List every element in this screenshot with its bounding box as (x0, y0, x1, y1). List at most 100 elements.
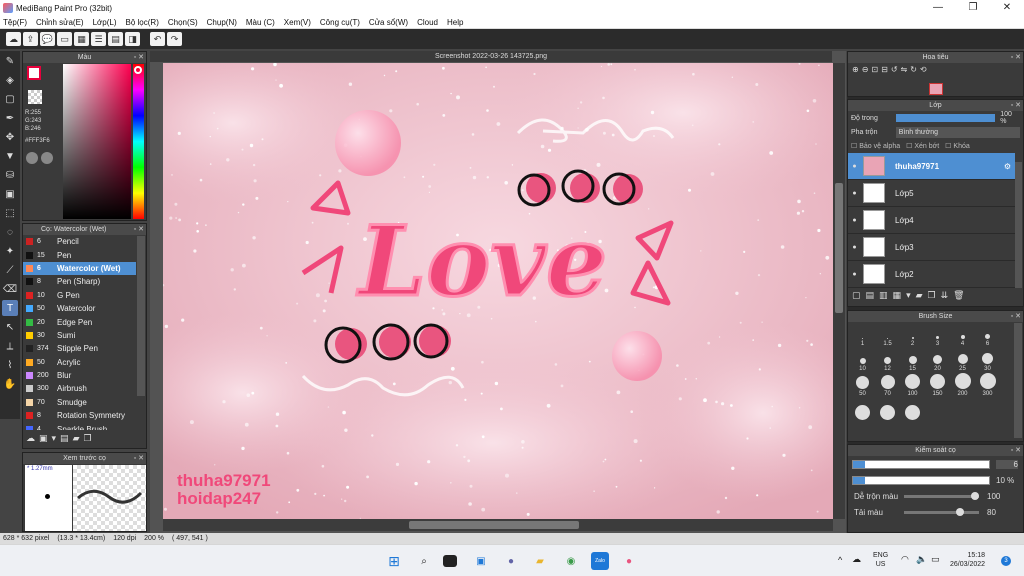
hue-slider[interactable] (133, 64, 144, 219)
brush-item[interactable]: 50 Acrylic (23, 356, 136, 369)
brush-item[interactable]: 374 Stipple Pen (23, 342, 136, 355)
tray-app-icon[interactable]: ☁ (852, 554, 861, 565)
brush-cloud-icon[interactable]: ☁ (26, 433, 35, 444)
vertical-scrollbar[interactable] (833, 63, 845, 519)
color-wheel-icon[interactable] (41, 152, 53, 164)
rotate-left-icon[interactable]: ↺ (891, 65, 898, 74)
brush-item[interactable]: 30 Sumi (23, 329, 136, 342)
menu-cloud[interactable]: Cloud (417, 18, 438, 27)
new-layer-icon[interactable]: ▢ (852, 290, 861, 301)
layer-row[interactable]: ● Lớp3 (848, 234, 1015, 261)
redo-icon[interactable]: ↷ (167, 32, 182, 46)
cloud-icon[interactable]: ☁ (6, 32, 21, 46)
panel-close-icon[interactable]: ▫ ✕ (1011, 52, 1021, 63)
panel-close-icon[interactable]: ▫ ✕ (1011, 100, 1021, 111)
widgets-icon[interactable]: ▣ (472, 552, 490, 570)
lasso-tool-icon[interactable]: ◌ (2, 224, 18, 240)
maximize-button[interactable]: ❐ (956, 0, 990, 16)
color-saturation-field[interactable] (63, 64, 131, 219)
menu-tools[interactable]: Công cụ(T) (320, 18, 360, 27)
brush-tool-icon[interactable]: ✎ (2, 53, 18, 69)
text-tool-icon[interactable]: T (2, 300, 18, 316)
delete-layer-icon[interactable]: 🗑 (953, 290, 964, 301)
brush-duplicate-icon[interactable]: ▤ (60, 433, 69, 444)
file-explorer-icon[interactable]: ▰ (531, 552, 549, 570)
operation-tool-icon[interactable]: ↖ (2, 319, 18, 335)
document-tab[interactable]: Screenshot 2022-03-26 143725.png (150, 51, 832, 62)
brush-item[interactable]: 8 Rotation Symmetry (23, 409, 136, 422)
document-icon[interactable]: ▤ (108, 32, 123, 46)
add-layer-menu-icon[interactable]: ▾ (906, 290, 911, 301)
horizontal-scroll-thumb[interactable] (409, 521, 579, 529)
menu-filter[interactable]: Bộ lọc(R) (126, 18, 159, 27)
grid-icon[interactable]: ▦ (74, 32, 89, 46)
minimize-button[interactable]: — (921, 0, 955, 16)
chat-icon[interactable]: ▭ (57, 32, 72, 46)
select-eraser-icon[interactable]: ⌫ (2, 281, 18, 297)
brush-item[interactable]: 8 Pen (Sharp) (23, 275, 136, 288)
brush-size-option[interactable]: 70 (875, 373, 900, 398)
new-halftone-layer-icon[interactable]: ▤ (866, 290, 875, 301)
menu-layer[interactable]: Lớp(L) (93, 18, 117, 27)
color-amount-slider[interactable] (904, 507, 979, 516)
vertical-scroll-thumb[interactable] (835, 183, 843, 313)
tray-chevron-icon[interactable]: ^ (838, 555, 842, 565)
panel-close-icon[interactable]: ▫ ✕ (1011, 445, 1021, 456)
lock-checkbox[interactable]: ☐ Khóa (945, 142, 970, 150)
select-tool-icon[interactable]: ⬚ (2, 205, 18, 221)
brush-size-option[interactable]: 30 (975, 348, 1000, 373)
panel-close-icon[interactable]: ▫ ✕ (1011, 311, 1021, 322)
brush-size-option[interactable]: 50 (850, 373, 875, 398)
menu-window[interactable]: Cửa sổ(W) (369, 18, 408, 27)
horizontal-scrollbar[interactable] (163, 519, 833, 531)
opacity-slider[interactable] (895, 114, 996, 122)
brush-item[interactable]: 300 Airbrush (23, 382, 136, 395)
visibility-icon[interactable]: ● (848, 271, 861, 278)
magic-wand-icon[interactable]: ✦ (2, 243, 18, 259)
flip-icon[interactable]: ⇋ (901, 65, 908, 74)
brush-size-scrollbar[interactable] (1014, 323, 1022, 438)
blend-select[interactable]: Bình thường (895, 126, 1020, 138)
clipping-checkbox[interactable]: ☐ Xén bớt (906, 142, 939, 150)
zoom-out-icon[interactable]: ⊖ (862, 65, 869, 74)
menu-snap[interactable]: Chụp(N) (207, 18, 237, 27)
artwork-canvas[interactable]: Love thuha97971 hoidap247 (163, 63, 833, 519)
language-indicator[interactable]: ENG US (873, 551, 888, 569)
eraser-tool-icon[interactable]: ◈ (2, 72, 18, 88)
rotate-right-icon[interactable]: ↻ (910, 65, 917, 74)
panel-icon[interactable]: ◨ (125, 32, 140, 46)
panel-close-icon[interactable]: ▫ ✕ (134, 224, 144, 235)
navigator-thumbnail[interactable] (929, 83, 943, 95)
brush-size-option[interactable]: 12 (875, 348, 900, 373)
layer-row[interactable]: ● Lớp5 (848, 180, 1015, 207)
visibility-icon[interactable]: ● (848, 190, 861, 197)
brush-size-option[interactable]: 10 (850, 348, 875, 373)
brush-size-option[interactable]: 25 (950, 348, 975, 373)
brush-size-option[interactable]: 1 (850, 323, 875, 348)
brush-item[interactable]: 4 Sparkle Brush (23, 422, 136, 430)
menu-select[interactable]: Chọn(S) (168, 18, 198, 27)
panel-close-icon[interactable]: ▫ ✕ (134, 52, 144, 63)
undo-icon[interactable]: ↶ (150, 32, 165, 46)
brush-item[interactable]: 70 Smudge (23, 396, 136, 409)
start-icon[interactable]: ⊞ (385, 552, 403, 570)
reset-icon[interactable]: ⟲ (920, 65, 927, 74)
list-icon[interactable]: ☰ (91, 32, 106, 46)
notification-badge[interactable]: 3 (1001, 556, 1011, 566)
brush-size-option[interactable]: 100 (900, 373, 925, 398)
size-slider[interactable] (852, 459, 990, 469)
layer-folder-icon[interactable]: ▰ (916, 290, 923, 301)
duplicate-layer-icon[interactable]: ❐ (928, 290, 936, 301)
search-icon[interactable]: ⌕ (415, 552, 433, 570)
fit-icon[interactable]: ⊡ (871, 65, 878, 74)
hand-tool-icon[interactable]: ✋ (2, 376, 18, 392)
brush-folder-icon[interactable]: ▰ (73, 433, 80, 444)
mix-slider-handle[interactable] (971, 491, 979, 500)
gradient-tool-icon[interactable]: ▣ (2, 186, 18, 202)
brush-size-option[interactable]: 2 (900, 323, 925, 348)
comment-icon[interactable]: 💬 (40, 32, 55, 46)
brush-item[interactable]: 50 Watercolor (23, 302, 136, 315)
brush-opacity-slider[interactable] (852, 475, 990, 485)
select-pen-icon[interactable]: ⟋ (2, 262, 18, 278)
visibility-icon[interactable]: ● (848, 163, 861, 170)
